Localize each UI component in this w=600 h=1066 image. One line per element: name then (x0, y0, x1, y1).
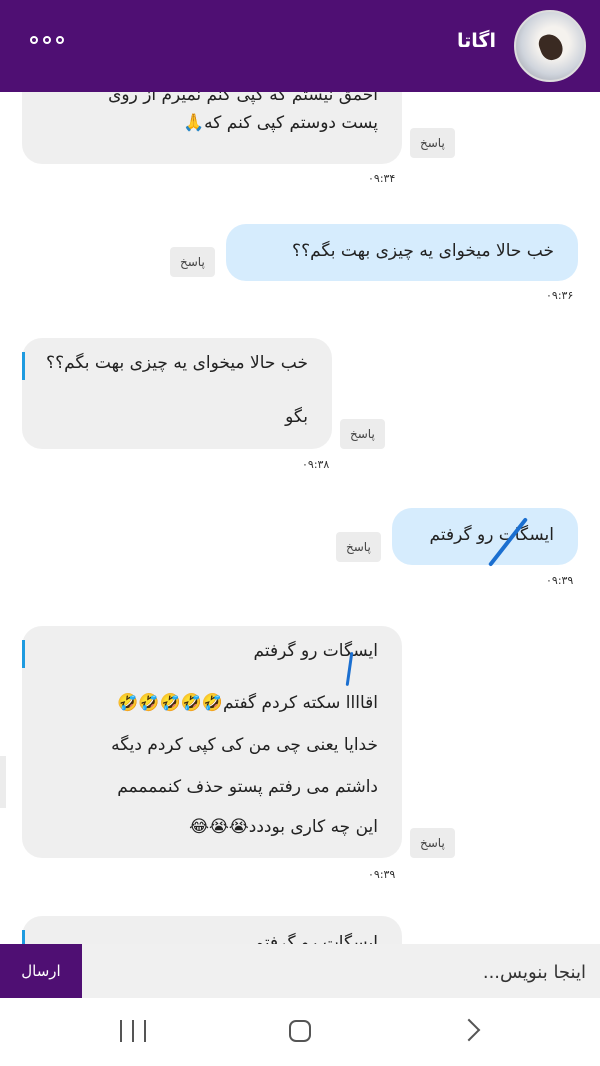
message-input[interactable] (92, 952, 588, 992)
back-icon[interactable] (457, 1018, 481, 1042)
contact-name[interactable]: اگاتا (457, 30, 496, 52)
chat-header: اگاتا (0, 0, 600, 92)
message-time: ۰۹:۳۴ (368, 172, 396, 185)
message-text: این چه کاری بوددد😭😭😂 (189, 817, 378, 837)
message-text: خب حالا میخوای یه چیزی بهت بگم؟؟ (292, 241, 554, 261)
message-list[interactable]: احمق نیستم که کپی کنم نمیرم از روی پست د… (0, 92, 600, 944)
reply-button[interactable]: پاسخ (410, 128, 455, 158)
reply-button[interactable]: پاسخ (170, 247, 215, 277)
system-navbar (0, 998, 600, 1066)
quote-bar (22, 352, 25, 380)
message-time: ۰۹:۳۸ (302, 458, 330, 471)
reply-button[interactable]: پاسخ (340, 419, 385, 449)
message-text: داشتم می رفتم پستو حذف کنممممم (117, 777, 378, 797)
quote-bar (22, 640, 25, 668)
quote-bar (22, 930, 25, 944)
message-bubble-outgoing[interactable]: خب حالا میخوای یه چیزی بهت بگم؟؟ (226, 224, 578, 281)
reply-button[interactable]: پاسخ (410, 828, 455, 858)
message-bubble-incoming[interactable]: خب حالا میخوای یه چیزی بهت بگم؟؟ بگو (22, 338, 332, 449)
message-text: خدایا یعنی چی من کی کپی کردم دیگه (111, 735, 378, 755)
composer-bar: ارسال (0, 944, 600, 998)
home-icon[interactable] (289, 1020, 311, 1042)
recents-icon[interactable] (120, 1020, 146, 1044)
quoted-text: خب حالا میخوای یه چیزی بهت بگم؟؟ (46, 353, 308, 373)
send-button[interactable]: ارسال (0, 944, 82, 998)
message-text: پست دوستم کپی کنم که🙏 (183, 112, 378, 133)
message-text: احمق نیستم که کپی کنم نمیرم از روی (108, 92, 378, 105)
reply-button[interactable]: پاسخ (336, 532, 381, 562)
more-dots-icon[interactable] (30, 36, 64, 44)
message-text: اقاااا سکته کردم گفتم🤣🤣🤣🤣🤣 (117, 693, 378, 713)
message-bubble-outgoing[interactable]: ایسگات رو گرفتم (392, 508, 578, 565)
quoted-text: ایسگات رو گرفتم (253, 641, 378, 661)
message-bubble-incoming[interactable]: احمق نیستم که کپی کنم نمیرم از روی پست د… (22, 92, 402, 164)
message-time: ۰۹:۳۹ (546, 574, 574, 587)
message-bubble-incoming[interactable]: ایسگات رو گرفتم اقاااا سکته کردم گفتم🤣🤣🤣… (22, 626, 402, 858)
quoted-text: ایسگات رو گرفتم (253, 933, 378, 944)
scroll-edge (0, 756, 6, 808)
message-time: ۰۹:۳۹ (368, 868, 396, 881)
contact-avatar[interactable] (514, 10, 586, 82)
message-text: ایسگات رو گرفتم (429, 525, 554, 545)
message-time: ۰۹:۳۶ (546, 289, 574, 302)
message-text: بگو (285, 407, 308, 427)
message-bubble-incoming[interactable]: ایسگات رو گرفتم (22, 916, 402, 944)
